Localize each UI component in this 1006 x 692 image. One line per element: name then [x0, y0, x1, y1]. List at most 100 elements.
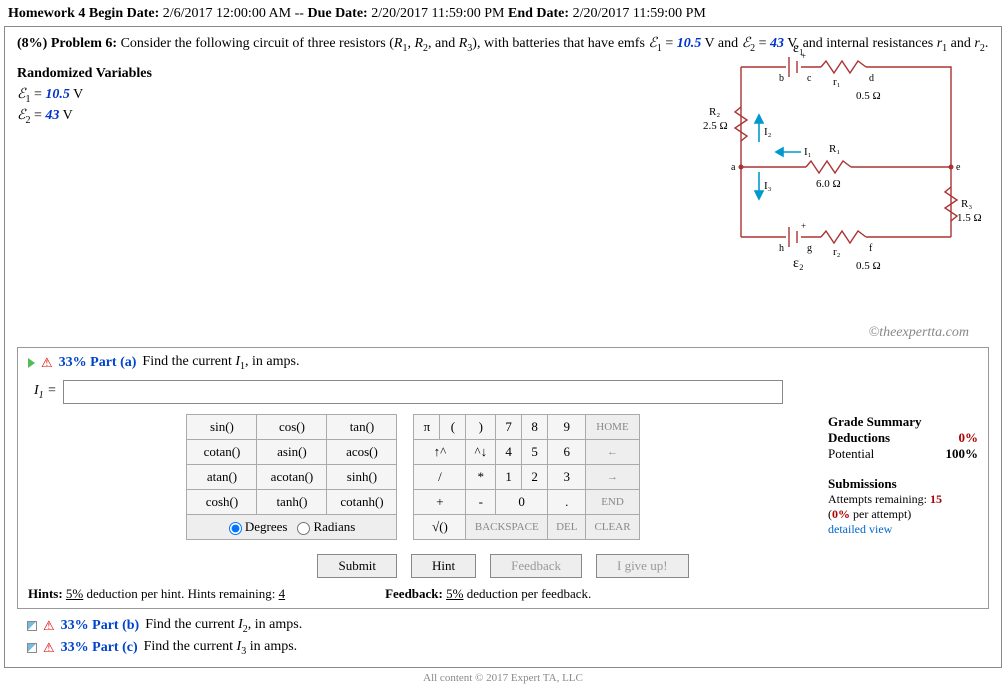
svg-text:g: g: [807, 243, 812, 254]
key-pi[interactable]: π: [414, 415, 440, 440]
svg-text:0.5 Ω: 0.5 Ω: [856, 260, 881, 272]
assignment-header: Homework 4 Begin Date: 2/6/2017 12:00:00…: [4, 4, 1002, 24]
grade-title: Grade Summary: [828, 414, 978, 430]
hints-feedback-info: Hints: 5% deduction per hint. Hints rema…: [28, 586, 978, 602]
svg-text:a: a: [731, 162, 736, 173]
svg-text:0.5 Ω: 0.5 Ω: [856, 90, 881, 102]
svg-text:I₁: I₁: [804, 146, 812, 158]
grade-summary: Grade Summary Deductions0% Potential100%…: [828, 414, 978, 540]
page-footer: All content © 2017 Expert TA, LLC: [4, 672, 1002, 684]
key-acotan[interactable]: acotan(): [257, 465, 327, 490]
answer-input[interactable]: [63, 380, 783, 404]
hw-due-date: 2/20/2017 11:59:00 PM: [371, 6, 504, 21]
svg-text:R₃: R₃: [961, 198, 972, 210]
hw-end-label: End Date:: [508, 6, 569, 21]
key-minus[interactable]: -: [466, 490, 496, 515]
function-keypad: sin()cos()tan() cotan()asin()acos() atan…: [186, 414, 397, 540]
svg-text:I₂: I₂: [764, 126, 772, 138]
key-cos[interactable]: cos(): [257, 415, 327, 440]
key-right[interactable]: →: [586, 465, 639, 490]
svg-text:r₁: r₁: [833, 76, 841, 88]
mode-radians[interactable]: Radians: [297, 519, 355, 534]
key-div[interactable]: /: [414, 465, 466, 490]
key-plus[interactable]: +: [414, 490, 466, 515]
copyright-text: ©theexpertta.com: [17, 325, 969, 341]
key-end[interactable]: END: [586, 490, 639, 515]
expand-icon[interactable]: [28, 358, 35, 368]
key-mul[interactable]: *: [466, 465, 496, 490]
svg-text:d: d: [869, 73, 874, 84]
numeric-keypad: π ( ) 7 8 9 HOME ↑^ ^↓ 4 5: [413, 414, 639, 540]
svg-text:1.5 Ω: 1.5 Ω: [957, 212, 981, 224]
answer-input-row: I1 =: [28, 380, 978, 404]
circuit-diagram: ε₁ + ε₂ + r₁ 0.5 Ω r₂ 0.5 Ω R₂ 2.5 Ω R₁ …: [701, 37, 981, 287]
feedback-button[interactable]: Feedback: [490, 554, 582, 578]
key-exp-down[interactable]: ^↓: [466, 440, 496, 465]
key-sqrt[interactable]: √(): [414, 515, 466, 540]
key-backspace[interactable]: BACKSPACE: [466, 515, 548, 540]
svg-text:f: f: [869, 243, 873, 254]
svg-text:2.5 Ω: 2.5 Ω: [703, 120, 728, 132]
key-exp-up[interactable]: ↑^: [414, 440, 466, 465]
key-3[interactable]: 3: [548, 465, 586, 490]
svg-text:r₂: r₂: [833, 246, 841, 258]
key-0[interactable]: 0: [496, 490, 548, 515]
key-dot[interactable]: .: [548, 490, 586, 515]
key-rparen[interactable]: ): [466, 415, 496, 440]
key-del[interactable]: DEL: [548, 515, 586, 540]
problem-container: (8%) Problem 6: Consider the following c…: [4, 26, 1002, 668]
svg-text:+: +: [801, 221, 806, 231]
key-7[interactable]: 7: [496, 415, 522, 440]
key-sinh[interactable]: sinh(): [327, 465, 397, 490]
key-9[interactable]: 9: [548, 415, 586, 440]
key-left[interactable]: ←: [586, 440, 639, 465]
key-sin[interactable]: sin(): [187, 415, 257, 440]
collapsed-parts: ⚠ 33% Part (b) Find the current I2, in a…: [17, 615, 989, 659]
part-c-header[interactable]: ⚠ 33% Part (c) Find the current I3 in am…: [17, 637, 989, 659]
answer-label: I1 =: [28, 383, 57, 401]
warning-icon: ⚠: [43, 618, 55, 634]
key-2[interactable]: 2: [522, 465, 548, 490]
key-cotan[interactable]: cotan(): [187, 440, 257, 465]
part-a-header: ⚠ 33% Part (a) Find the current I1, in a…: [28, 354, 978, 372]
part-a-container: ⚠ 33% Part (a) Find the current I1, in a…: [17, 347, 989, 609]
action-buttons: Submit Hint Feedback I give up!: [28, 554, 978, 578]
submit-button[interactable]: Submit: [317, 554, 397, 578]
hw-due-label: Due Date:: [307, 6, 367, 21]
key-cosh[interactable]: cosh(): [187, 490, 257, 515]
key-1[interactable]: 1: [496, 465, 522, 490]
svg-text:c: c: [807, 73, 812, 84]
problem-number: (8%) Problem 6:: [17, 36, 117, 51]
separator: --: [295, 6, 304, 21]
key-5[interactable]: 5: [522, 440, 548, 465]
svg-text:h: h: [779, 243, 784, 254]
key-cotanh[interactable]: cotanh(): [327, 490, 397, 515]
key-tan[interactable]: tan(): [327, 415, 397, 440]
svg-text:b: b: [779, 73, 784, 84]
key-8[interactable]: 8: [522, 415, 548, 440]
mode-degrees[interactable]: Degrees: [229, 519, 288, 534]
svg-text:e: e: [956, 162, 961, 173]
hint-button[interactable]: Hint: [411, 554, 476, 578]
hw-begin-date: 2/6/2017 12:00:00 AM: [163, 6, 291, 21]
key-atan[interactable]: atan(): [187, 465, 257, 490]
expand-icon[interactable]: [27, 643, 37, 653]
key-acos[interactable]: acos(): [327, 440, 397, 465]
key-home[interactable]: HOME: [586, 415, 639, 440]
key-4[interactable]: 4: [496, 440, 522, 465]
warning-icon: ⚠: [41, 355, 53, 371]
giveup-button[interactable]: I give up!: [596, 554, 689, 578]
key-tanh[interactable]: tanh(): [257, 490, 327, 515]
key-6[interactable]: 6: [548, 440, 586, 465]
expand-icon[interactable]: [27, 621, 37, 631]
part-b-header[interactable]: ⚠ 33% Part (b) Find the current I2, in a…: [17, 615, 989, 637]
svg-text:ε₂: ε₂: [793, 256, 804, 271]
svg-text:R₁: R₁: [829, 143, 840, 155]
key-clear[interactable]: CLEAR: [586, 515, 639, 540]
hw-begin-label: Homework 4 Begin Date:: [8, 6, 159, 21]
key-asin[interactable]: asin(): [257, 440, 327, 465]
key-lparen[interactable]: (: [440, 415, 466, 440]
detailed-view-link[interactable]: detailed view: [828, 522, 978, 537]
angle-mode: Degrees Radians: [186, 515, 397, 540]
svg-text:+: +: [801, 51, 806, 61]
